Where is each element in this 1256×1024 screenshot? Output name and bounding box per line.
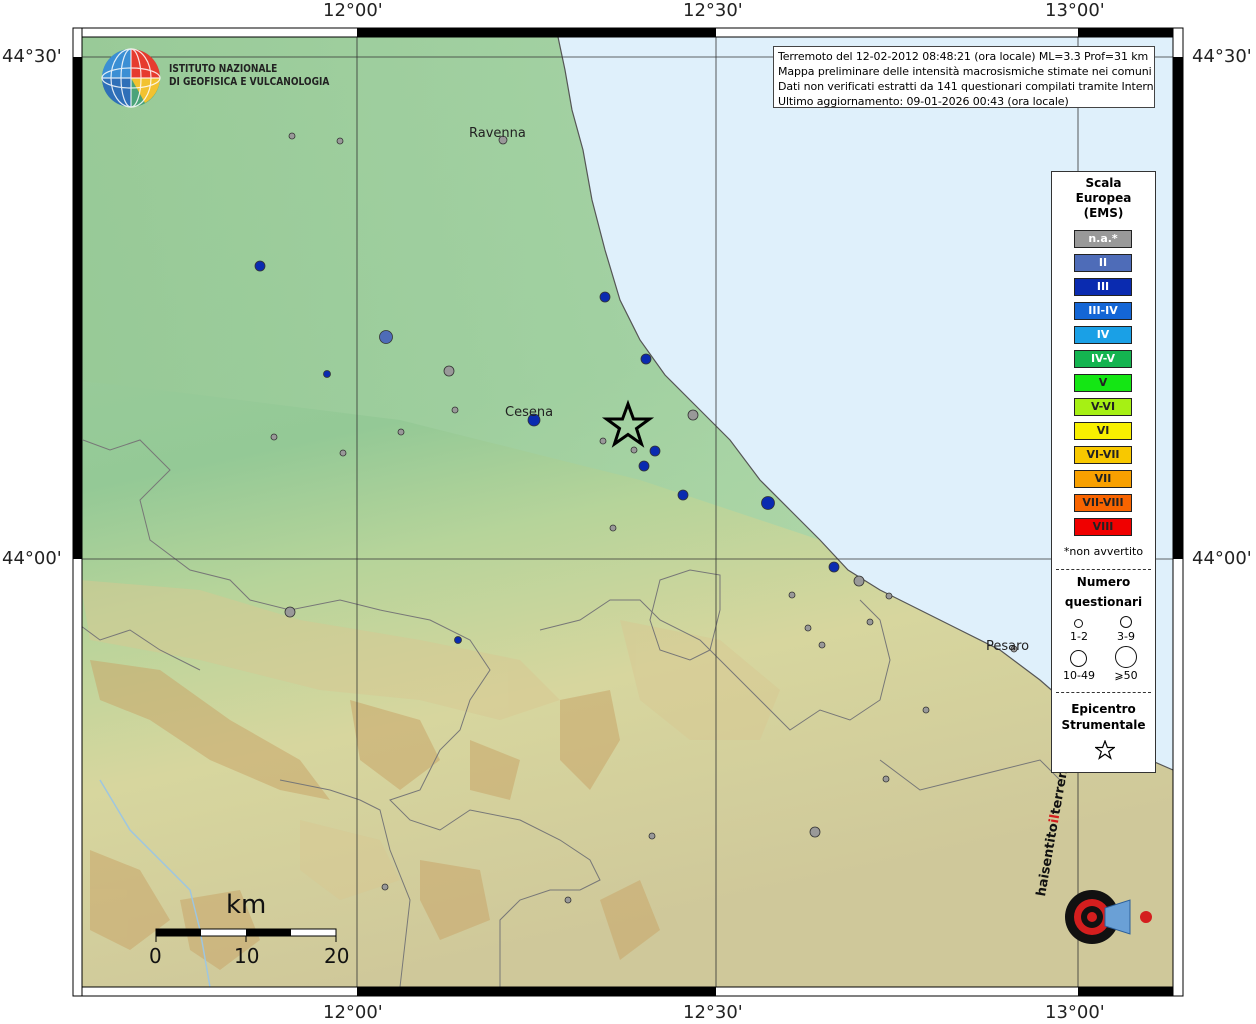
point-iii[interactable] [640, 353, 652, 365]
point-na[interactable] [284, 606, 296, 618]
ingv-logo: ISTITUTO NAZIONALE DI GEOFISICA E VULCAN… [100, 48, 340, 110]
point-na[interactable] [804, 624, 812, 632]
point-ii[interactable] [379, 330, 393, 344]
point-na[interactable] [336, 137, 344, 145]
point-na[interactable] [818, 641, 826, 649]
city-label-cesena: Cesena [505, 405, 554, 420]
point-na[interactable] [648, 832, 656, 840]
coord-bottom-13-00: 13°00' [1045, 1002, 1105, 1023]
point-iii[interactable] [761, 496, 775, 510]
legend-swatch-7: V-VI [1074, 398, 1132, 416]
ingv-logo-line1: ISTITUTO NAZIONALE [169, 62, 278, 75]
point-iii[interactable] [828, 561, 840, 573]
event-info-line2: Mappa preliminare delle intensità macros… [778, 65, 1152, 78]
haisentito-logo-text: haisentitoilterremoto.it [1034, 725, 1079, 898]
legend-swatch-2: III [1074, 278, 1132, 296]
scale-bar-tick-10: 10 [234, 944, 260, 968]
coord-left-44-00: 44°00' [2, 548, 62, 569]
legend-swatch-4: IV [1074, 326, 1132, 344]
city-label-pesaro: Pesaro [986, 639, 1030, 654]
legend-divider [1056, 569, 1151, 570]
legend-size-3-9-icon [1120, 616, 1132, 628]
legend-numero-line1: Numero [1076, 575, 1131, 589]
point-na[interactable] [288, 132, 296, 140]
legend-title-line3: (EMS) [1083, 206, 1124, 220]
point-iii[interactable] [677, 489, 689, 501]
coord-right-44-00: 44°00' [1192, 548, 1252, 569]
legend-title-line1: Scala [1085, 176, 1122, 190]
coord-left-44-30: 44°30' [2, 46, 62, 67]
point-na[interactable] [788, 591, 796, 599]
legend-swatch-1: II [1074, 254, 1132, 272]
legend-swatch-6: V [1074, 374, 1132, 392]
point-na[interactable] [339, 449, 347, 457]
legend-title: Scala Europea (EMS) [1052, 176, 1155, 221]
point-na[interactable] [882, 775, 890, 783]
legend-divider [1056, 692, 1151, 693]
point-na[interactable] [609, 524, 617, 532]
event-info-line1: Terremoto del 12-02-2012 08:48:21 (ora l… [778, 50, 1149, 63]
legend-size-50-icon [1115, 646, 1137, 668]
legend-size-10-49-icon [1070, 650, 1087, 667]
legend-size-3-9: 3-9 [1117, 630, 1135, 643]
coord-top-12-00: 12°00' [323, 0, 383, 21]
ingv-logo-text: ISTITUTO NAZIONALE DI GEOFISICA E VULCAN… [169, 62, 329, 88]
coord-bottom-12-30: 12°30' [683, 1002, 743, 1023]
point-na[interactable] [451, 406, 459, 414]
event-info-box: Terremoto del 12-02-2012 08:48:21 (ora l… [773, 46, 1155, 108]
point-na[interactable] [687, 409, 699, 421]
point-iii[interactable] [649, 445, 661, 457]
point-na[interactable] [853, 575, 865, 587]
legend-size-1-2: 1-2 [1070, 630, 1088, 643]
legend-numero-line2: questionari [1064, 595, 1143, 609]
coord-bottom-12-00: 12°00' [323, 1002, 383, 1023]
point-iii[interactable] [454, 636, 462, 644]
event-info-line4: Ultimo aggiornamento: 09-01-2026 00:43 (… [778, 95, 1069, 108]
legend-note: *non avvertito [1063, 545, 1144, 558]
point-iii[interactable] [323, 370, 331, 378]
point-iii[interactable] [599, 291, 611, 303]
legend-swatch-9: VI-VII [1074, 446, 1132, 464]
point-na[interactable] [922, 706, 930, 714]
legend-swatch-10: VII [1074, 470, 1132, 488]
legend-epicentro-title: Epicentro Strumentale [1052, 701, 1155, 733]
point-na[interactable] [397, 428, 405, 436]
point-iii[interactable] [254, 260, 266, 272]
coord-right-44-30: 44°30' [1192, 46, 1252, 67]
ems-legend: Scala Europea (EMS) n.a.* II III III-IV IV IV… [1051, 171, 1156, 773]
legend-swatch-11: VII-VIII [1074, 494, 1132, 512]
legend-size-10-49: 10-49 [1063, 669, 1095, 682]
point-na[interactable] [885, 592, 893, 600]
legend-numero-title: Numero questionari [1052, 574, 1155, 610]
point-na[interactable] [866, 618, 874, 626]
legend-size-50: ⩾50 [1114, 669, 1138, 682]
point-na[interactable] [599, 437, 607, 445]
coord-top-12-30: 12°30' [683, 0, 743, 21]
legend-epicentro-line2: Strumentale [1061, 718, 1146, 732]
legend-swatch-5: IV-V [1074, 350, 1132, 368]
event-info-line3: Dati non verificati estratti da 141 ques… [778, 80, 1155, 93]
coord-top-13-00: 13°00' [1045, 0, 1105, 21]
legend-swatch-8: VI [1074, 422, 1132, 440]
legend-epicentro-line1: Epicentro [1071, 702, 1136, 716]
scale-bar-unit: km [226, 890, 267, 920]
point-na[interactable] [809, 826, 821, 838]
point-na[interactable] [564, 896, 572, 904]
legend-star-icon [1095, 740, 1115, 760]
point-iii[interactable] [638, 460, 650, 472]
point-na[interactable] [270, 433, 278, 441]
scale-bar-tick-0: 0 [149, 944, 162, 968]
point-na[interactable] [443, 365, 455, 377]
city-label-ravenna: Ravenna [469, 126, 526, 141]
scale-bar-tick-20: 20 [324, 944, 350, 968]
point-na[interactable] [630, 446, 638, 454]
legend-swatch-3: III-IV [1074, 302, 1132, 320]
ingv-logo-line2: DI GEOFISICA E VULCANOLOGIA [169, 75, 330, 88]
legend-swatch-0: n.a.* [1074, 230, 1132, 248]
point-na[interactable] [381, 883, 389, 891]
legend-swatch-12: VIII [1074, 518, 1132, 536]
legend-size-1-2-icon [1074, 619, 1083, 628]
legend-title-line2: Europea [1075, 191, 1132, 205]
